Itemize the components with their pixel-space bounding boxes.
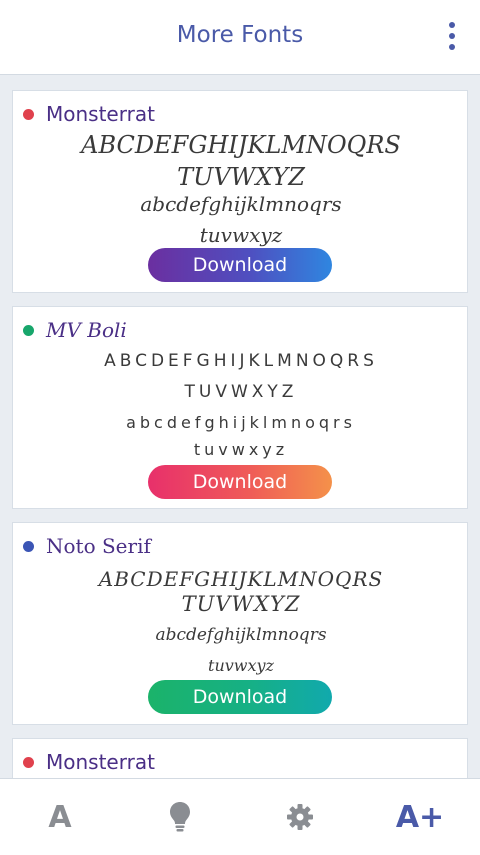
menu-dot xyxy=(449,33,455,39)
download-button[interactable]: Download xyxy=(148,465,332,499)
lightbulb-icon xyxy=(170,802,190,832)
sample-lowercase-2: tuvwxyz xyxy=(199,223,283,247)
font-card-noto-serif: Noto Serif ABCDEFGHIJKLMNOQRS TUVWXYZ ab… xyxy=(12,522,468,725)
font-name: Monsterrat xyxy=(46,750,155,774)
gear-icon xyxy=(287,804,313,830)
nav-fonts[interactable]: A xyxy=(30,787,90,847)
sample-lowercase-1: abcdefghijklmnoqrs xyxy=(126,413,356,432)
sample-uppercase-2: TUVWXYZ xyxy=(177,163,305,191)
font-card-header: Noto Serif xyxy=(23,534,151,558)
menu-dot xyxy=(449,44,455,50)
download-button[interactable]: Download xyxy=(148,680,332,714)
bottom-navigation: A A+ xyxy=(0,778,480,855)
sample-lowercase-2: tuvwxyz xyxy=(193,440,289,459)
font-card-header: MV Boli xyxy=(23,318,127,342)
page-title: More Fonts xyxy=(176,22,304,48)
sample-uppercase-1: ABCDEFGHIJKLMNOQRS xyxy=(104,351,378,371)
sample-lowercase-2: tuvwxyz xyxy=(208,656,274,675)
status-dot xyxy=(23,324,34,336)
nav-tips[interactable] xyxy=(150,787,210,847)
font-card-header: Monsterrat xyxy=(23,750,155,774)
nav-more-fonts[interactable]: A+ xyxy=(390,787,450,847)
font-card-mv-boli: MV Boli ABCDEFGHIJKLMNOQRS TUVWXYZ abcde… xyxy=(12,306,468,509)
status-dot xyxy=(23,540,34,552)
status-dot xyxy=(23,756,34,768)
status-dot xyxy=(23,108,34,120)
font-icon: A xyxy=(48,799,72,835)
sample-uppercase-2: TUVWXYZ xyxy=(184,382,298,402)
sample-uppercase-1: ABCDEFGHIJKLMNOQRS xyxy=(81,131,401,159)
sample-uppercase-2: TUVWXYZ xyxy=(181,592,301,616)
font-card-header: Monsterrat xyxy=(23,102,155,126)
font-name: Monsterrat xyxy=(46,102,155,126)
font-card-monsterrat: Monsterrat ABCDEFGHIJKLMNOQRS TUVWXYZ ab… xyxy=(12,90,468,293)
overflow-menu-icon[interactable] xyxy=(446,22,458,50)
sample-uppercase-1: ABCDEFGHIJKLMNOQRS xyxy=(98,567,384,591)
sample-lowercase-1: abcdefghijklmnoqrs xyxy=(155,625,327,645)
nav-settings[interactable] xyxy=(270,787,330,847)
more-fonts-icon: A+ xyxy=(395,799,445,835)
font-name: MV Boli xyxy=(46,318,127,342)
font-list[interactable]: Monsterrat ABCDEFGHIJKLMNOQRS TUVWXYZ ab… xyxy=(0,75,480,778)
menu-dot xyxy=(449,22,455,28)
font-card-monsterrat-2: Monsterrat xyxy=(12,738,468,778)
sample-lowercase-1: abcdefghijklmnoqrs xyxy=(140,192,342,216)
font-name: Noto Serif xyxy=(46,534,151,558)
app-bar: More Fonts xyxy=(0,0,480,75)
download-button[interactable]: Download xyxy=(148,248,332,282)
